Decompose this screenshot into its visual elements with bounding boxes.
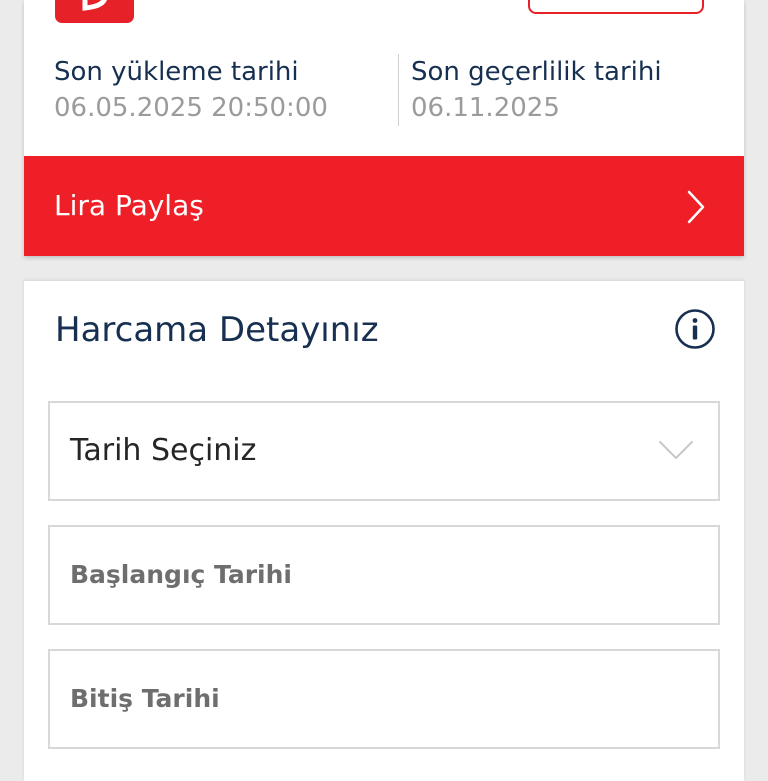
column-divider xyxy=(398,54,399,126)
spending-detail-card: Harcama Detayınız Tarih Seçiniz Başlangı… xyxy=(24,281,744,781)
last-load-info: Son yükleme tarihi 06.05.2025 20:50:00 xyxy=(54,54,328,126)
expiry-info: Son geçerlilik tarihi 06.11.2025 xyxy=(411,54,662,126)
end-date-field[interactable]: Bitiş Tarihi xyxy=(48,649,720,749)
brand-logo xyxy=(55,0,134,23)
expiry-label: Son geçerlilik tarihi xyxy=(411,57,662,87)
end-date-placeholder: Bitiş Tarihi xyxy=(70,684,220,713)
expiry-value: 06.11.2025 xyxy=(411,93,560,123)
chevron-right-icon xyxy=(686,190,706,228)
date-select-label: Tarih Seçiniz xyxy=(70,433,257,468)
spending-detail-title: Harcama Detayınız xyxy=(55,310,379,350)
clipped-outline-button[interactable] xyxy=(528,0,704,14)
balance-card: ​ Son yükleme tarihi 06.05.2025 20:50:00… xyxy=(24,0,744,256)
last-load-label: Son yükleme tarihi xyxy=(54,57,299,87)
last-load-value: 06.05.2025 20:50:00 xyxy=(54,93,328,123)
share-lira-label: Lira Paylaş xyxy=(54,189,204,222)
chevron-down-icon xyxy=(658,439,694,465)
start-date-placeholder: Başlangıç Tarihi xyxy=(70,560,292,589)
share-lira-button[interactable]: Lira Paylaş xyxy=(24,156,744,256)
date-select-dropdown[interactable]: Tarih Seçiniz xyxy=(48,401,720,501)
info-icon[interactable] xyxy=(674,308,716,354)
start-date-field[interactable]: Başlangıç Tarihi xyxy=(48,525,720,625)
